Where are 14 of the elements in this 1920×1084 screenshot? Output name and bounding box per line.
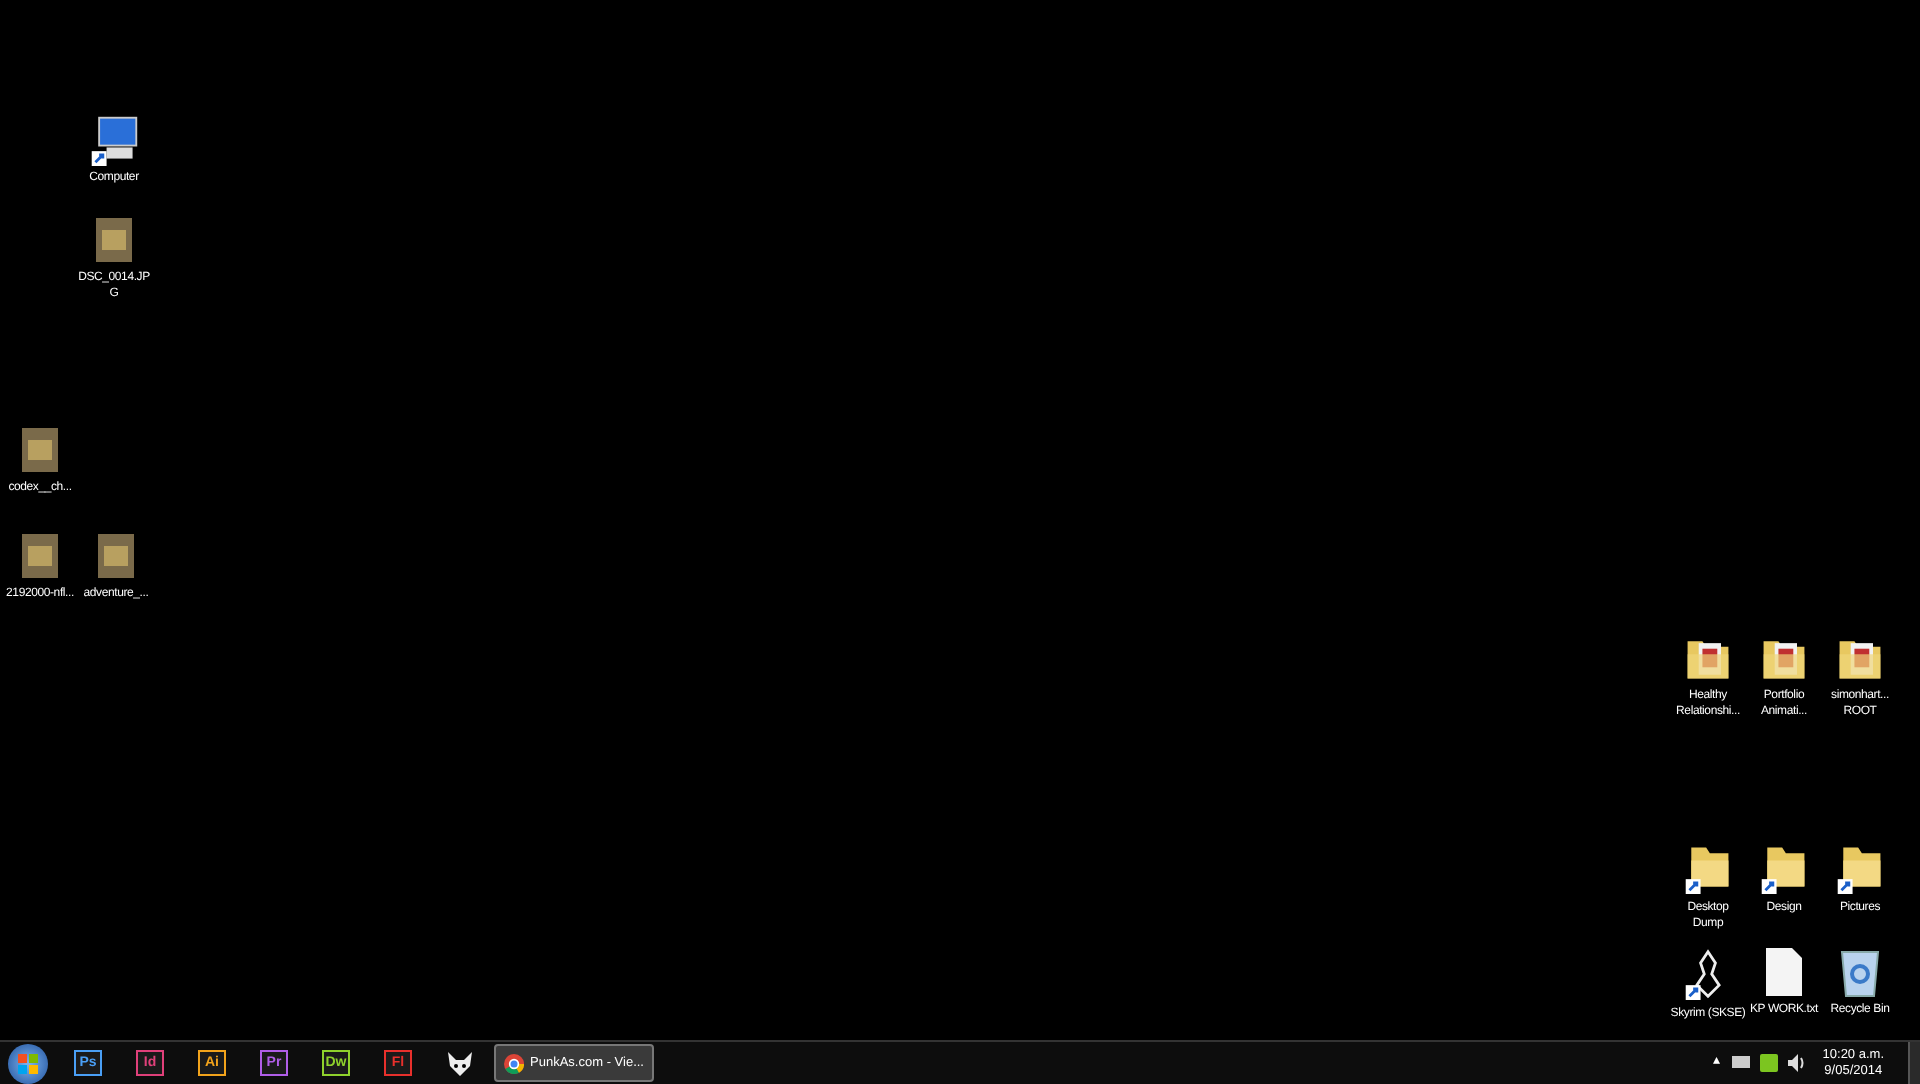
start-button[interactable]: [8, 1043, 48, 1083]
photo-icon: [90, 214, 138, 266]
browser-logo-icon: [504, 1051, 525, 1075]
computer-icon: [88, 114, 140, 166]
photo-icon: [16, 530, 64, 582]
photo-icon: [92, 530, 140, 582]
fox-head-icon[interactable]: [446, 1049, 474, 1077]
windows-logo-icon: [18, 1053, 38, 1073]
tray-app-icon[interactable]: [1760, 1054, 1779, 1072]
recycle-bin-icon: [1838, 946, 1882, 998]
speaker-icon[interactable]: [1788, 1054, 1807, 1072]
text-file-icon: [1762, 946, 1806, 998]
network-icon[interactable]: [1732, 1054, 1751, 1072]
photo-icon: [16, 424, 64, 476]
